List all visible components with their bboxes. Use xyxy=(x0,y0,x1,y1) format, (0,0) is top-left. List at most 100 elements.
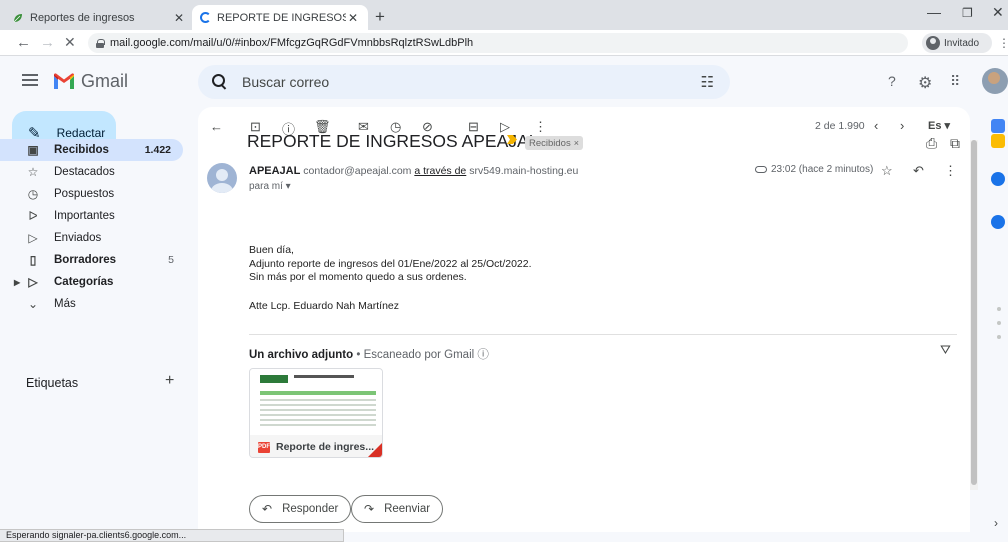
panel-dot-icon xyxy=(997,321,1001,325)
profile-icon xyxy=(926,36,940,50)
attachments-divider xyxy=(249,334,957,335)
search-bar[interactable]: Buscar correo ☷ xyxy=(198,65,730,99)
reply-icon[interactable]: ↶ xyxy=(913,163,924,179)
sender-name[interactable]: APEAJAL xyxy=(249,165,300,177)
preview-row xyxy=(260,399,376,401)
panel-dot-icon xyxy=(997,307,1001,311)
search-input[interactable]: Buscar correo xyxy=(242,74,329,90)
back-icon[interactable]: ← xyxy=(16,34,31,51)
sidebar-item-mas[interactable]: ⌄ Más xyxy=(0,293,186,315)
label-chip[interactable]: Recibidos × xyxy=(525,136,583,150)
open-new-window-icon[interactable]: ⧉ xyxy=(950,135,960,152)
important-marker-icon[interactable] xyxy=(507,135,517,144)
profile-button[interactable]: Invitado xyxy=(922,33,992,53)
browser-tab-reportes[interactable]: Reportes de ingresos ✕ xyxy=(4,5,194,30)
help-icon[interactable]: ? xyxy=(888,73,896,89)
hide-side-panel-icon[interactable]: › xyxy=(994,516,998,530)
sidebar-item-borradores[interactable]: ▯ Borradores 5 xyxy=(0,249,186,271)
body-line: Adjunto reporte de ingresos del 01/Ene/2… xyxy=(249,257,532,270)
settings-gear-icon[interactable]: ⚙ xyxy=(918,73,932,93)
close-window-icon[interactable]: ✕ xyxy=(992,4,1004,21)
message-more-icon[interactable]: ⋮ xyxy=(944,163,957,179)
unread-count: 1.422 xyxy=(144,144,171,156)
calendar-icon[interactable] xyxy=(991,119,1005,133)
back-to-inbox-icon[interactable]: ← xyxy=(210,119,223,134)
add-label-icon[interactable]: + xyxy=(165,372,174,390)
info-icon[interactable]: ⓘ xyxy=(477,349,489,361)
search-icon[interactable] xyxy=(212,74,228,90)
drafts-count: 5 xyxy=(168,254,174,266)
keep-icon[interactable] xyxy=(991,134,1005,148)
label-chip-text: Recibidos xyxy=(529,137,571,149)
chevron-down-icon: ⌄ xyxy=(27,297,39,311)
scrollbar-thumb[interactable] xyxy=(971,140,977,485)
sidebar-item-pospuestos[interactable]: ◷ Pospuestos xyxy=(0,183,186,205)
restore-icon[interactable]: ❐ xyxy=(962,6,973,20)
stop-loading-icon[interactable]: ✕ xyxy=(64,34,76,51)
browser-tab-reporte-apeajal[interactable]: REPORTE DE INGRESOS APEAJAL ✕ xyxy=(192,5,368,30)
tab-title: Reportes de ingresos xyxy=(30,11,135,24)
preview-logo xyxy=(260,375,288,383)
preview-row xyxy=(260,424,376,426)
expand-caret-icon[interactable]: ▶ xyxy=(14,278,20,287)
account-avatar[interactable] xyxy=(982,68,1008,94)
star-message-icon[interactable]: ☆ xyxy=(881,163,893,179)
close-tab-icon[interactable]: ✕ xyxy=(346,11,360,25)
label-icon: ▷ xyxy=(28,275,38,289)
preview-row xyxy=(260,414,376,416)
tasks-icon[interactable] xyxy=(991,172,1005,186)
via-link[interactable]: a través de xyxy=(414,165,466,177)
forward-button[interactable]: ↷ Reenviar xyxy=(351,495,444,523)
sidebar-item-recibidos[interactable]: ▣ Recibidos 1.422 xyxy=(0,139,183,161)
sidebar-item-label: Enviados xyxy=(54,232,102,244)
main-menu-icon[interactable] xyxy=(22,74,38,86)
apps-grid-icon[interactable]: ⠿ xyxy=(950,73,960,90)
gmail-logo[interactable]: Gmail xyxy=(53,71,128,92)
sidebar-item-categorias[interactable]: ▶ ▷ Categorías xyxy=(0,271,186,293)
sender-avatar[interactable] xyxy=(207,163,237,193)
preview-row xyxy=(260,419,376,421)
forward-icon[interactable]: → xyxy=(40,34,55,51)
gmail-logo-text: Gmail xyxy=(81,71,129,91)
message-scrollbar[interactable] xyxy=(970,140,978,490)
clock-icon: ◷ xyxy=(27,187,39,201)
sender-line: APEAJAL contador@apeajal.com a través de… xyxy=(249,165,578,177)
url-text: mail.google.com/mail/u/0/#inbox/FMfcgzGq… xyxy=(110,37,474,49)
new-tab-icon[interactable]: + xyxy=(375,7,385,27)
reply-button[interactable]: ↶ Responder xyxy=(249,495,352,523)
signature: Atte Lcp. Eduardo Nah Martínez xyxy=(249,300,399,312)
url-field[interactable]: mail.google.com/mail/u/0/#inbox/FMfcgzGq… xyxy=(88,33,908,53)
older-icon[interactable]: › xyxy=(900,118,904,133)
sidebar-item-destacados[interactable]: ☆ Destacados xyxy=(0,161,186,183)
sidebar-item-importantes[interactable]: ᐅ Importantes xyxy=(0,205,186,227)
browser-menu-icon[interactable]: ⋮ xyxy=(998,36,1008,50)
via-host: srv549.main-hosting.eu xyxy=(469,165,579,177)
input-tools-button[interactable]: Es ▾ xyxy=(928,119,950,132)
body-line: Buen día, xyxy=(249,244,294,256)
close-tab-icon[interactable]: ✕ xyxy=(172,11,186,25)
add-to-drive-icon[interactable]: ⛛ xyxy=(940,342,951,358)
draft-icon: ▯ xyxy=(29,253,37,267)
newer-icon[interactable]: ‹ xyxy=(874,118,878,133)
minimize-icon[interactable]: — xyxy=(927,4,941,20)
print-icon[interactable]: ⎙ xyxy=(926,135,937,152)
remove-label-icon[interactable]: × xyxy=(574,138,579,148)
attachment-name: Reporte de ingres... xyxy=(276,441,375,453)
sidebar-item-enviados[interactable]: ▷ Enviados xyxy=(0,227,186,249)
star-icon: ☆ xyxy=(27,165,39,179)
contacts-icon[interactable] xyxy=(991,215,1005,229)
attachment-indicator-icon xyxy=(755,166,767,173)
to-text: para mí xyxy=(249,181,283,192)
lock-icon xyxy=(96,38,105,48)
body-line: Sin más por el momento quedo a sus orden… xyxy=(249,271,467,283)
gmail-header: Gmail Buscar correo ☷ ? ⚙ ⠿ xyxy=(0,57,1008,107)
leaf-favicon-icon xyxy=(12,12,24,24)
panel-dot-icon xyxy=(997,335,1001,339)
sidebar-item-label: Destacados xyxy=(54,166,115,178)
recipient-details[interactable]: para mí ▾ xyxy=(249,181,291,192)
corner-fold-icon xyxy=(368,443,382,457)
pdf-preview xyxy=(250,369,382,435)
attachment-card[interactable]: PDF Reporte de ingres... xyxy=(249,368,383,458)
search-options-icon[interactable]: ☷ xyxy=(701,73,714,91)
labels-header: Etiquetas xyxy=(26,376,79,390)
